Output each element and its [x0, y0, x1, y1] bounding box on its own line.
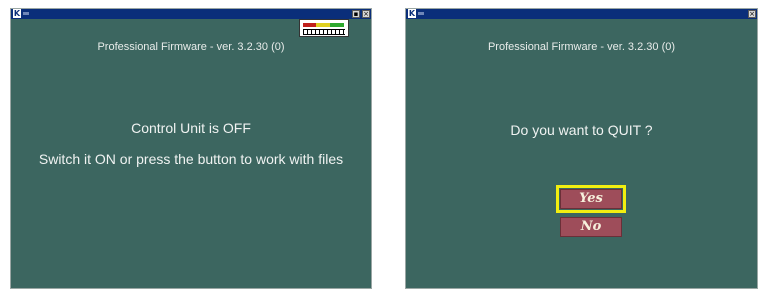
quit-dialog-window: K × Professional Firmware - ver. 3.2.30 … [405, 8, 758, 289]
no-button[interactable]: No [560, 217, 622, 237]
status-message: Control Unit is OFF [131, 120, 251, 136]
title-bar[interactable]: K ▪ × [11, 9, 371, 19]
k-icon[interactable]: K [13, 9, 21, 18]
close-icon[interactable]: × [748, 10, 756, 18]
close-icon[interactable]: × [362, 10, 370, 18]
main-window: K ▪ × Professional Firmware - ver. 3.2.3… [10, 8, 372, 289]
firmware-version: Professional Firmware - ver. 3.2.30 (0) [97, 41, 285, 53]
meter-yellow-segment [316, 23, 330, 27]
minimize-icon[interactable]: ▪ [352, 10, 360, 18]
title-bar-indicator [23, 12, 29, 15]
title-bar[interactable]: K × [406, 9, 757, 19]
title-bar-indicator [418, 12, 424, 15]
status-instruction: Switch it ON or press the button to work… [38, 151, 344, 167]
firmware-version: Professional Firmware - ver. 3.2.30 (0) [487, 41, 676, 53]
yes-button[interactable]: Yes [560, 189, 622, 209]
k-icon[interactable]: K [408, 9, 416, 18]
meter-scale [303, 29, 345, 35]
meter-red-segment [303, 23, 316, 27]
level-meter [299, 19, 349, 37]
meter-green-segment [330, 23, 344, 27]
quit-question: Do you want to QUIT ? [510, 122, 653, 138]
